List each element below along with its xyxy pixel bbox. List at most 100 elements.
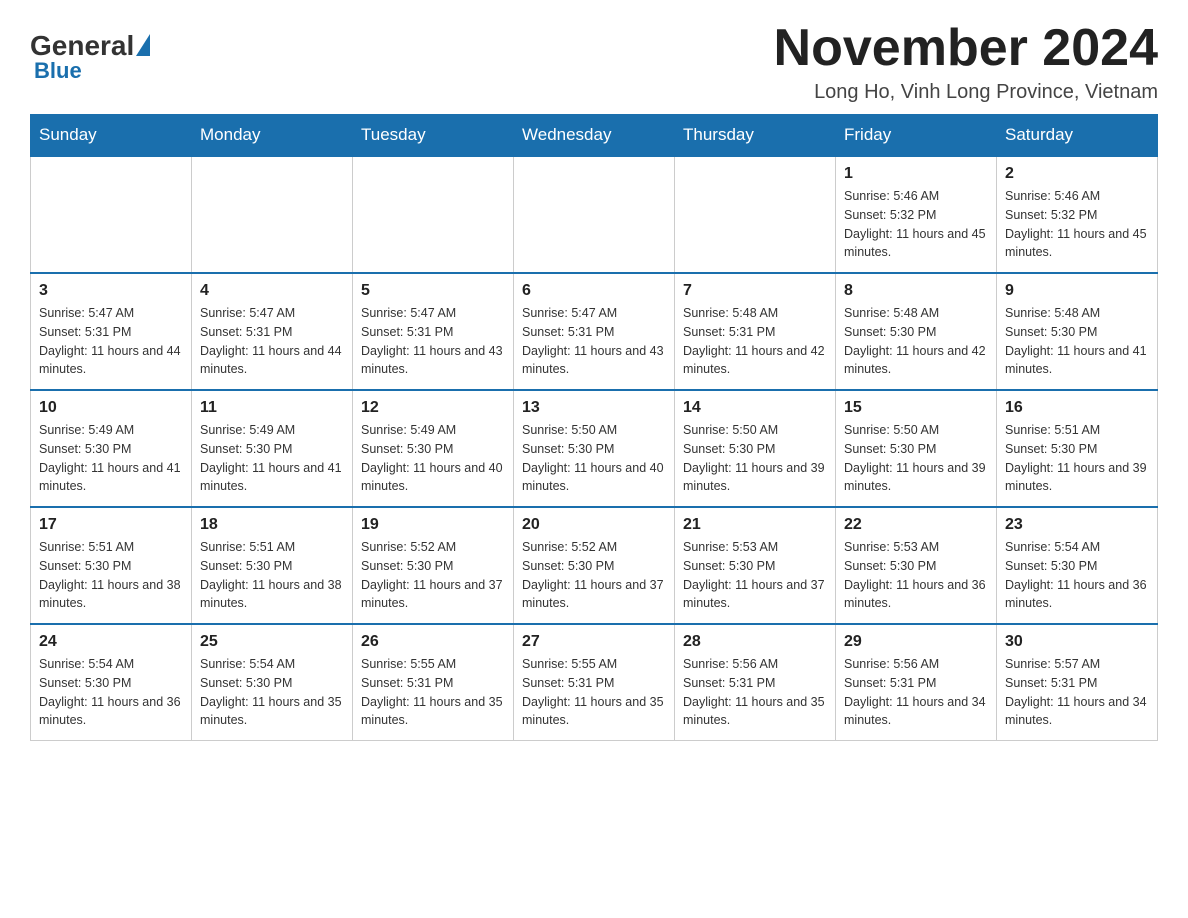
- calendar-day-cell: 15Sunrise: 5:50 AM Sunset: 5:30 PM Dayli…: [836, 390, 997, 507]
- day-info: Sunrise: 5:46 AM Sunset: 5:32 PM Dayligh…: [844, 187, 988, 262]
- day-info: Sunrise: 5:48 AM Sunset: 5:31 PM Dayligh…: [683, 304, 827, 379]
- calendar-day-cell: 21 Sunrise: 5:53 AM Sunset: 5:30 PM Dayli…: [675, 507, 836, 624]
- day-info: Sunrise: 5:55 AM Sunset: 5:31 PM Dayligh…: [361, 655, 505, 730]
- calendar-day-cell: 19 Sunrise: 5:52 AM Sunset: 5:30 PM Dayli…: [353, 507, 514, 624]
- weekday-header-sunday: Sunday: [31, 115, 192, 157]
- weekday-header-friday: Friday: [836, 115, 997, 157]
- day-info: Sunrise: 5:49 AM Sunset: 5:30 PM Dayligh…: [200, 421, 344, 496]
- day-number: 14: [683, 399, 827, 417]
- location-subtitle: Long Ho, Vinh Long Province, Vietnam: [774, 81, 1158, 104]
- calendar-day-cell: 24 Sunrise: 5:54 AM Sunset: 5:30 PM Dayli…: [31, 624, 192, 741]
- day-number: 22: [844, 516, 988, 534]
- calendar-day-cell: 27 Sunrise: 5:55 AM Sunset: 5:31 PM Dayli…: [514, 624, 675, 741]
- day-info: Sunrise: 5:56 AM Sunset: 5:31 PM Dayligh…: [844, 655, 988, 730]
- day-info: Sunrise: 5:56 AM Sunset: 5:31 PM Dayligh…: [683, 655, 827, 730]
- calendar-day-cell: 23 Sunrise: 5:54 AM Sunset: 5:30 PM Dayli…: [997, 507, 1158, 624]
- day-number: 23: [1005, 516, 1149, 534]
- calendar-day-cell: 30Sunrise: 5:57 AM Sunset: 5:31 PM Dayli…: [997, 624, 1158, 741]
- day-number: 7: [683, 282, 827, 300]
- day-info: Sunrise: 5:50 AM Sunset: 5:30 PM Dayligh…: [522, 421, 666, 496]
- day-info: Sunrise: 5:51 AM Sunset: 5:30 PM Dayligh…: [39, 538, 183, 613]
- calendar-day-cell: 1 Sunrise: 5:46 AM Sunset: 5:32 PM Daylig…: [836, 156, 997, 273]
- day-info: Sunrise: 5:47 AM Sunset: 5:31 PM Dayligh…: [200, 304, 344, 379]
- calendar-day-cell: 10Sunrise: 5:49 AM Sunset: 5:30 PM Dayli…: [31, 390, 192, 507]
- calendar-day-cell: 20 Sunrise: 5:52 AM Sunset: 5:30 PM Dayli…: [514, 507, 675, 624]
- calendar-day-cell: [675, 156, 836, 273]
- day-number: 20: [522, 516, 666, 534]
- day-info: Sunrise: 5:53 AM Sunset: 5:30 PM Dayligh…: [844, 538, 988, 613]
- calendar-header-row: SundayMondayTuesdayWednesdayThursdayFrid…: [31, 115, 1158, 157]
- calendar-day-cell: 25 Sunrise: 5:54 AM Sunset: 5:30 PM Dayli…: [192, 624, 353, 741]
- calendar-day-cell: 2 Sunrise: 5:46 AM Sunset: 5:32 PM Daylig…: [997, 156, 1158, 273]
- day-number: 18: [200, 516, 344, 534]
- day-info: Sunrise: 5:50 AM Sunset: 5:30 PM Dayligh…: [683, 421, 827, 496]
- title-area: November 2024 Long Ho, Vinh Long Provinc…: [774, 20, 1158, 104]
- calendar-day-cell: [192, 156, 353, 273]
- day-info: Sunrise: 5:46 AM Sunset: 5:32 PM Dayligh…: [1005, 187, 1149, 262]
- day-number: 24: [39, 633, 183, 651]
- day-info: Sunrise: 5:54 AM Sunset: 5:30 PM Dayligh…: [200, 655, 344, 730]
- day-number: 1: [844, 165, 988, 183]
- calendar-day-cell: 17Sunrise: 5:51 AM Sunset: 5:30 PM Dayli…: [31, 507, 192, 624]
- calendar-week-row: 3 Sunrise: 5:47 AM Sunset: 5:31 PM Daylig…: [31, 273, 1158, 390]
- day-info: Sunrise: 5:51 AM Sunset: 5:30 PM Dayligh…: [200, 538, 344, 613]
- page-header: General Blue November 2024 Long Ho, Vinh…: [30, 20, 1158, 104]
- page-title: November 2024: [774, 20, 1158, 77]
- day-number: 4: [200, 282, 344, 300]
- calendar-day-cell: 3 Sunrise: 5:47 AM Sunset: 5:31 PM Daylig…: [31, 273, 192, 390]
- calendar-day-cell: 6Sunrise: 5:47 AM Sunset: 5:31 PM Daylig…: [514, 273, 675, 390]
- day-info: Sunrise: 5:47 AM Sunset: 5:31 PM Dayligh…: [361, 304, 505, 379]
- day-info: Sunrise: 5:54 AM Sunset: 5:30 PM Dayligh…: [1005, 538, 1149, 613]
- day-number: 26: [361, 633, 505, 651]
- day-number: 19: [361, 516, 505, 534]
- day-number: 29: [844, 633, 988, 651]
- day-number: 9: [1005, 282, 1149, 300]
- day-info: Sunrise: 5:51 AM Sunset: 5:30 PM Dayligh…: [1005, 421, 1149, 496]
- day-info: Sunrise: 5:50 AM Sunset: 5:30 PM Dayligh…: [844, 421, 988, 496]
- day-number: 2: [1005, 165, 1149, 183]
- calendar-day-cell: 14 Sunrise: 5:50 AM Sunset: 5:30 PM Dayli…: [675, 390, 836, 507]
- calendar-day-cell: 13Sunrise: 5:50 AM Sunset: 5:30 PM Dayli…: [514, 390, 675, 507]
- day-number: 8: [844, 282, 988, 300]
- day-number: 11: [200, 399, 344, 417]
- day-number: 12: [361, 399, 505, 417]
- calendar-day-cell: 29 Sunrise: 5:56 AM Sunset: 5:31 PM Dayli…: [836, 624, 997, 741]
- weekday-header-tuesday: Tuesday: [353, 115, 514, 157]
- day-info: Sunrise: 5:48 AM Sunset: 5:30 PM Dayligh…: [1005, 304, 1149, 379]
- day-info: Sunrise: 5:53 AM Sunset: 5:30 PM Dayligh…: [683, 538, 827, 613]
- calendar-week-row: 24 Sunrise: 5:54 AM Sunset: 5:30 PM Dayli…: [31, 624, 1158, 741]
- day-info: Sunrise: 5:54 AM Sunset: 5:30 PM Dayligh…: [39, 655, 183, 730]
- day-number: 25: [200, 633, 344, 651]
- calendar-day-cell: 5 Sunrise: 5:47 AM Sunset: 5:31 PM Daylig…: [353, 273, 514, 390]
- logo-blue-text: Blue: [34, 58, 82, 84]
- day-number: 27: [522, 633, 666, 651]
- day-info: Sunrise: 5:49 AM Sunset: 5:30 PM Dayligh…: [361, 421, 505, 496]
- day-info: Sunrise: 5:55 AM Sunset: 5:31 PM Dayligh…: [522, 655, 666, 730]
- weekday-header-saturday: Saturday: [997, 115, 1158, 157]
- day-info: Sunrise: 5:47 AM Sunset: 5:31 PM Dayligh…: [522, 304, 666, 379]
- day-info: Sunrise: 5:52 AM Sunset: 5:30 PM Dayligh…: [361, 538, 505, 613]
- logo: General Blue: [30, 30, 151, 84]
- calendar-day-cell: 4 Sunrise: 5:47 AM Sunset: 5:31 PM Daylig…: [192, 273, 353, 390]
- day-number: 16: [1005, 399, 1149, 417]
- day-number: 5: [361, 282, 505, 300]
- day-number: 28: [683, 633, 827, 651]
- weekday-header-wednesday: Wednesday: [514, 115, 675, 157]
- calendar-day-cell: 7 Sunrise: 5:48 AM Sunset: 5:31 PM Daylig…: [675, 273, 836, 390]
- day-number: 10: [39, 399, 183, 417]
- calendar-day-cell: 12 Sunrise: 5:49 AM Sunset: 5:30 PM Dayli…: [353, 390, 514, 507]
- day-info: Sunrise: 5:47 AM Sunset: 5:31 PM Dayligh…: [39, 304, 183, 379]
- weekday-header-monday: Monday: [192, 115, 353, 157]
- day-info: Sunrise: 5:57 AM Sunset: 5:31 PM Dayligh…: [1005, 655, 1149, 730]
- calendar-day-cell: 26 Sunrise: 5:55 AM Sunset: 5:31 PM Dayli…: [353, 624, 514, 741]
- logo-triangle-icon: [136, 34, 150, 56]
- day-info: Sunrise: 5:48 AM Sunset: 5:30 PM Dayligh…: [844, 304, 988, 379]
- day-info: Sunrise: 5:52 AM Sunset: 5:30 PM Dayligh…: [522, 538, 666, 613]
- calendar-day-cell: [31, 156, 192, 273]
- calendar-day-cell: 8 Sunrise: 5:48 AM Sunset: 5:30 PM Daylig…: [836, 273, 997, 390]
- calendar-day-cell: 18 Sunrise: 5:51 AM Sunset: 5:30 PM Dayli…: [192, 507, 353, 624]
- day-number: 3: [39, 282, 183, 300]
- calendar-table: SundayMondayTuesdayWednesdayThursdayFrid…: [30, 114, 1158, 741]
- calendar-day-cell: 22 Sunrise: 5:53 AM Sunset: 5:30 PM Dayli…: [836, 507, 997, 624]
- day-number: 21: [683, 516, 827, 534]
